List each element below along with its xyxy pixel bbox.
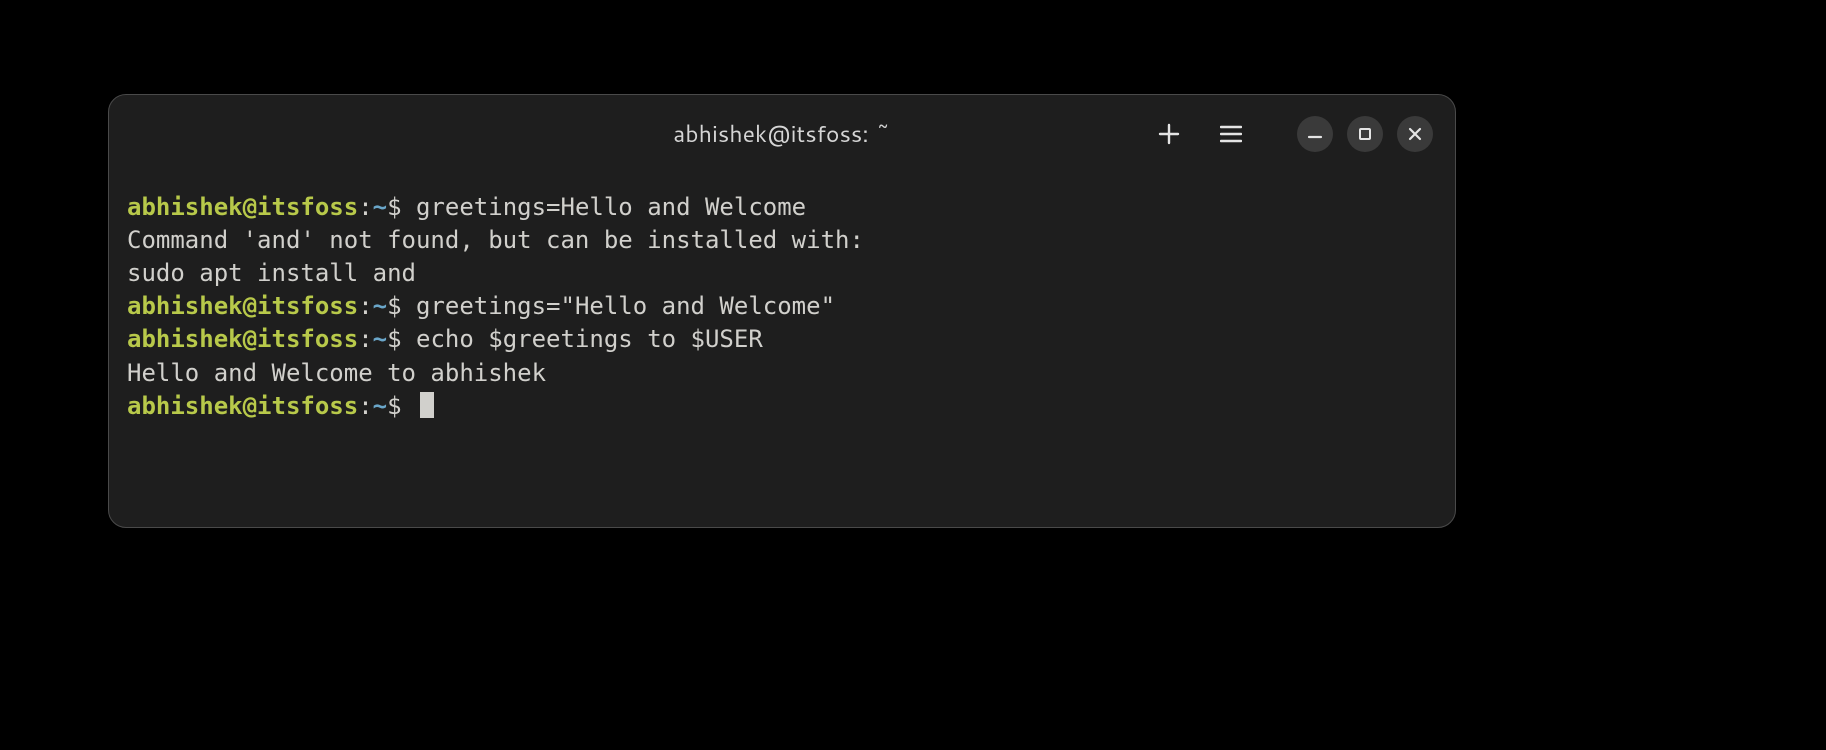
terminal-line: abhishek@itsfoss:~$ greetings="Hello and… [127, 290, 1437, 323]
plus-icon [1158, 123, 1180, 145]
prompt-colon: : [358, 392, 372, 420]
command-text: echo $greetings to $USER [416, 325, 763, 353]
prompt-colon: : [358, 325, 372, 353]
prompt-symbol: $ [387, 193, 416, 221]
output-text: Hello and Welcome to abhishek [127, 359, 546, 387]
hamburger-icon [1220, 125, 1242, 143]
maximize-button[interactable] [1347, 116, 1383, 152]
close-icon [1406, 125, 1424, 143]
new-tab-button[interactable] [1151, 116, 1187, 152]
prompt-path: ~ [373, 392, 387, 420]
prompt-user-host: abhishek@itsfoss [127, 292, 358, 320]
prompt-symbol: $ [387, 292, 416, 320]
terminal-line: abhishek@itsfoss:~$ echo $greetings to $… [127, 323, 1437, 356]
prompt-path: ~ [373, 193, 387, 221]
minimize-icon [1306, 125, 1324, 143]
output-text: Command 'and' not found, but can be inst… [127, 226, 864, 254]
prompt-symbol: $ [387, 392, 416, 420]
terminal-line: abhishek@itsfoss:~$ [127, 390, 1437, 423]
output-text: sudo apt install and [127, 259, 416, 287]
prompt-user-host: abhishek@itsfoss [127, 193, 358, 221]
maximize-icon [1356, 125, 1374, 143]
prompt-symbol: $ [387, 325, 416, 353]
terminal-line: Command 'and' not found, but can be inst… [127, 224, 1437, 257]
terminal-line: abhishek@itsfoss:~$ greetings=Hello and … [127, 191, 1437, 224]
terminal-window: abhishek@itsfoss: ~ [108, 94, 1456, 528]
command-text: greetings="Hello and Welcome" [416, 292, 835, 320]
prompt-user-host: abhishek@itsfoss [127, 325, 358, 353]
prompt-user-host: abhishek@itsfoss [127, 392, 358, 420]
prompt-path: ~ [373, 325, 387, 353]
prompt-path: ~ [373, 292, 387, 320]
close-button[interactable] [1397, 116, 1433, 152]
command-text: greetings=Hello and Welcome [416, 193, 806, 221]
terminal-line: sudo apt install and [127, 257, 1437, 290]
cursor [420, 392, 434, 418]
terminal-body[interactable]: abhishek@itsfoss:~$ greetings=Hello and … [109, 173, 1455, 443]
menu-button[interactable] [1213, 116, 1249, 152]
terminal-line: Hello and Welcome to abhishek [127, 357, 1437, 390]
prompt-colon: : [358, 292, 372, 320]
minimize-button[interactable] [1297, 116, 1333, 152]
titlebar: abhishek@itsfoss: ~ [109, 95, 1455, 173]
window-controls [1297, 116, 1433, 152]
prompt-colon: : [358, 193, 372, 221]
titlebar-actions [1151, 116, 1249, 152]
window-title: abhishek@itsfoss: ~ [673, 118, 890, 150]
